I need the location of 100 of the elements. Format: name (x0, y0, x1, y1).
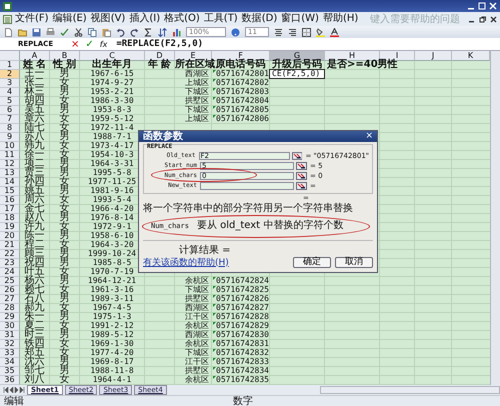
menu-item[interactable]: 帮助(H) (322, 13, 360, 25)
menu-item[interactable]: 视图(V) (90, 13, 126, 25)
borders-icon[interactable] (302, 28, 311, 36)
row-header[interactable]: 5 (0, 97, 20, 106)
sigma-icon[interactable] (144, 28, 153, 36)
row-header[interactable]: 21 (0, 241, 20, 250)
row-header[interactable]: 6 (0, 106, 20, 115)
menu-item[interactable]: 窗口(W) (280, 13, 320, 25)
menu-item[interactable]: 格式(O) (163, 13, 201, 25)
align-center-icon[interactable] (274, 28, 283, 36)
save-icon[interactable] (32, 28, 41, 36)
argument-field[interactable] (200, 182, 294, 190)
redo-icon[interactable] (130, 28, 139, 36)
formula-bar-button[interactable]: fx (100, 38, 108, 50)
help-icon[interactable] (231, 28, 240, 36)
row-header[interactable]: 31 (0, 331, 20, 340)
font-color-icon[interactable] (330, 28, 339, 36)
restore-icon[interactable] (479, 16, 486, 22)
scissors-icon[interactable] (74, 28, 83, 36)
row-header[interactable]: 10 (0, 142, 20, 151)
row-header[interactable]: 34 (0, 358, 20, 367)
table-cell-text: 1964-3-31 (89, 160, 135, 168)
row-header[interactable]: 13 (0, 169, 20, 178)
row-header[interactable]: 26 (0, 286, 20, 295)
collapse-dialog-icon[interactable] (292, 152, 302, 160)
row-header[interactable]: 4 (0, 88, 20, 97)
table-cell-text: 女 (58, 223, 70, 231)
collapse-dialog-icon[interactable] (296, 172, 307, 180)
table-cell: 05716742833 (216, 358, 269, 366)
error-indicator-icon (213, 295, 216, 298)
table-cell-text: 金七 (24, 205, 46, 213)
align-right-icon[interactable] (288, 28, 297, 36)
row-header[interactable]: 1 (0, 61, 20, 70)
row-header[interactable]: 20 (0, 232, 20, 241)
print-icon[interactable] (46, 28, 55, 36)
row-header[interactable]: 8 (0, 124, 20, 133)
row-header[interactable]: 22 (0, 250, 20, 259)
menu-item[interactable]: 插入(I) (128, 13, 162, 25)
collapse-dialog-icon[interactable] (296, 162, 307, 170)
row-header[interactable]: 28 (0, 304, 20, 313)
table-cell-text: 女 (58, 178, 70, 186)
row-header[interactable]: 9 (0, 133, 20, 142)
close-button[interactable]: × (365, 132, 373, 141)
undo-icon[interactable] (116, 28, 125, 36)
row-header[interactable]: 12 (0, 160, 20, 169)
menu-item[interactable]: 文件(F) (14, 13, 50, 25)
collapse-dialog-icon[interactable] (296, 182, 307, 190)
table-cell-text: 女 (58, 97, 70, 105)
sort-icon[interactable] (158, 28, 167, 36)
close-icon[interactable] (490, 16, 497, 22)
row-header[interactable]: 19 (0, 223, 20, 232)
formula-field[interactable]: =REPLACE(F2,5,0) (116, 38, 204, 50)
menu-item[interactable]: 编辑(E) (52, 13, 88, 25)
help-link[interactable]: 有关该函数的帮助(H) (143, 258, 229, 268)
error-indicator-icon (213, 70, 216, 73)
spell-check-icon[interactable] (60, 28, 69, 36)
menu-item[interactable]: 数据(D) (240, 13, 278, 25)
row-header[interactable]: 33 (0, 349, 20, 358)
row-header[interactable]: 23 (0, 259, 20, 268)
vertical-scrollbar[interactable] (490, 51, 500, 385)
dialog-button[interactable]: 取消 (335, 257, 373, 268)
row-header[interactable]: 36 (0, 376, 20, 385)
row-header[interactable]: 24 (0, 268, 20, 277)
table-cell-text: 上城区 (184, 115, 210, 123)
table-cell: 05716742835 (216, 376, 269, 384)
row-header[interactable]: 2 (0, 70, 20, 79)
chart-icon[interactable] (172, 28, 181, 36)
menu-item[interactable]: 工具(T) (202, 13, 239, 25)
column-header[interactable]: K (452, 51, 490, 61)
help-search-field[interactable]: 键入需要帮助的问题 (370, 13, 466, 25)
row-header[interactable]: 3 (0, 79, 20, 88)
row-header[interactable]: 29 (0, 313, 20, 322)
table-cell-text: 1986-3-30 (89, 97, 135, 105)
table-cell-text: 1993-5-4 (92, 196, 132, 204)
dialog-button[interactable]: 确定 (293, 257, 331, 268)
column-header[interactable]: J (415, 51, 452, 61)
fill-color-icon[interactable] (316, 28, 325, 36)
copy-icon[interactable] (88, 28, 97, 36)
table-cell[interactable]: CE(F2,5,0) (270, 70, 324, 78)
row-header[interactable]: 27 (0, 295, 20, 304)
table-cell: 05716742802 (216, 79, 269, 87)
row-header[interactable]: 15 (0, 187, 20, 196)
row-header[interactable]: 18 (0, 214, 20, 223)
error-indicator-icon (213, 313, 216, 316)
formula-bar-button[interactable]: ✓ (85, 38, 94, 50)
workbook-icon[interactable] (3, 14, 12, 24)
maximize-icon[interactable] (478, 2, 486, 10)
row-header[interactable]: 25 (0, 277, 20, 286)
row-header[interactable]: 35 (0, 367, 20, 376)
row-header[interactable]: 7 (0, 115, 20, 124)
horizontal-scrollbar[interactable] (320, 386, 500, 394)
row-header[interactable]: 16 (0, 196, 20, 205)
paste-icon[interactable] (102, 28, 111, 36)
row-header[interactable]: 11 (0, 151, 20, 160)
row-header[interactable]: 32 (0, 340, 20, 349)
formula-bar-button[interactable]: × (71, 38, 80, 50)
row-header[interactable]: 17 (0, 205, 20, 214)
row-header[interactable]: 30 (0, 322, 20, 331)
sheet-navigation-icon[interactable] (3, 387, 25, 393)
row-header[interactable]: 14 (0, 178, 20, 187)
